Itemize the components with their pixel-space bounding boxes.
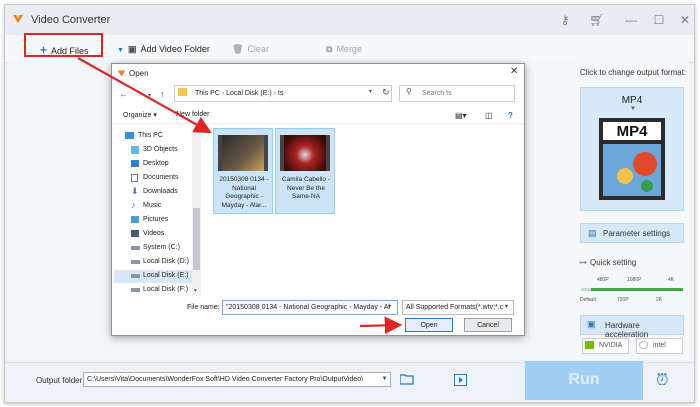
annotation-arrows [77,57,403,335]
arrow-to-files [77,57,212,134]
arrow-to-open-button [359,316,403,335]
